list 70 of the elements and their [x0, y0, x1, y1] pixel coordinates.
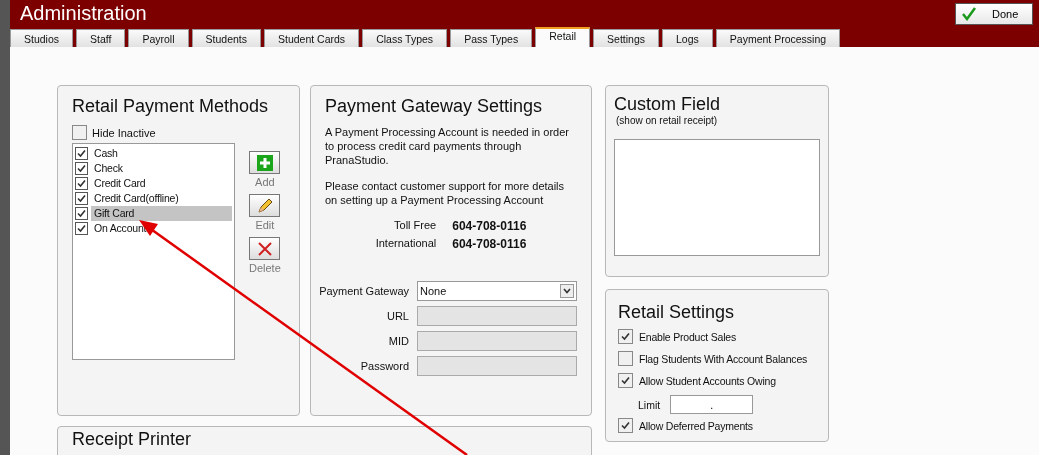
x-icon [256, 240, 273, 257]
panel-title: Receipt Printer [72, 429, 193, 450]
checkbox-label: Allow Deferred Payments [639, 419, 753, 432]
checkbox[interactable] [75, 207, 88, 220]
panel-subtitle: (show on retail receipt) [616, 115, 719, 126]
limit-field[interactable]: . [670, 395, 754, 414]
checkbox[interactable] [618, 329, 633, 344]
checkbox[interactable] [72, 125, 87, 140]
tab[interactable]: Studios [10, 29, 74, 47]
checkbox[interactable] [618, 418, 633, 433]
tab[interactable]: Retail [535, 27, 591, 47]
plus-icon [256, 154, 273, 171]
field-label: URL [386, 310, 409, 322]
checkbox[interactable] [75, 147, 88, 160]
checkbox[interactable] [75, 222, 88, 235]
checkmark-icon [621, 376, 630, 385]
done-button[interactable]: Done [955, 2, 1033, 25]
checkbox[interactable] [618, 351, 633, 366]
tab[interactable]: Class Types [362, 29, 448, 47]
checkbox[interactable] [75, 162, 88, 175]
phone-label: International [375, 237, 437, 251]
button-label: Delete [249, 262, 281, 274]
panel-title: Retail Payment Methods [72, 96, 270, 117]
checkbox[interactable] [618, 373, 633, 388]
tab[interactable]: Staff [76, 29, 126, 47]
list-item[interactable]: Credit Card [91, 176, 232, 191]
checkbox-label: Allow Student Accounts Owing [639, 374, 776, 387]
list-item[interactable]: Credit Card(offline) [91, 191, 232, 206]
tab[interactable]: Settings [593, 29, 660, 47]
input-field[interactable] [417, 356, 577, 376]
window-title: Administration [20, 2, 147, 25]
button-label: Edit [255, 219, 275, 231]
checkmark-icon [962, 6, 976, 21]
checkbox-label: Enable Product Sales [639, 330, 736, 343]
pencil-icon [255, 196, 274, 215]
delete-button[interactable] [249, 237, 281, 260]
tab[interactable]: Pass Types [450, 29, 533, 47]
panel-title: Retail Settings [618, 302, 736, 323]
field-label: Limit [638, 398, 661, 411]
tab[interactable]: Student Cards [264, 29, 360, 47]
phone-number: 604-708-0116 [452, 237, 527, 251]
tab[interactable]: Logs [662, 29, 713, 47]
tab[interactable]: Payroll [128, 29, 189, 47]
field-label: Password [359, 360, 409, 372]
button-label: Add [255, 176, 275, 188]
checkmark-icon [621, 421, 630, 430]
panel-title: Custom Field [614, 94, 722, 115]
tab[interactable]: Payment Processing [715, 29, 841, 47]
panel-title: Payment Gateway Settings [325, 96, 544, 117]
checkmark-icon [621, 332, 630, 341]
input-field[interactable] [417, 331, 577, 351]
field-label: MID [387, 335, 409, 347]
input-field[interactable] [417, 306, 577, 326]
phone-number: 604-708-0116 [452, 219, 527, 233]
gateway-dropdown[interactable]: None [417, 281, 577, 301]
tab[interactable]: Students [191, 29, 261, 47]
add-button[interactable] [249, 151, 281, 174]
list-item[interactable]: Cash [91, 146, 232, 161]
list-item[interactable]: Gift Card [91, 206, 232, 221]
info-text: Please contact customer support for more details on setting up a Payment Processing Account [325, 179, 566, 207]
edit-button[interactable] [249, 194, 281, 217]
checkbox[interactable] [75, 192, 88, 205]
checkbox-label: Flag Students With Account Balances [639, 352, 808, 365]
checkbox-label: Hide Inactive [92, 126, 156, 139]
phone-label: Toll Free [393, 219, 437, 233]
info-text: A Payment Processing Account is needed in order to process credit card payments through PranaStudio. [325, 125, 570, 167]
text-area[interactable] [614, 139, 820, 256]
checkbox[interactable] [75, 177, 88, 190]
list-item[interactable]: Check [91, 161, 232, 176]
field-label: Payment Gateway [319, 285, 409, 297]
